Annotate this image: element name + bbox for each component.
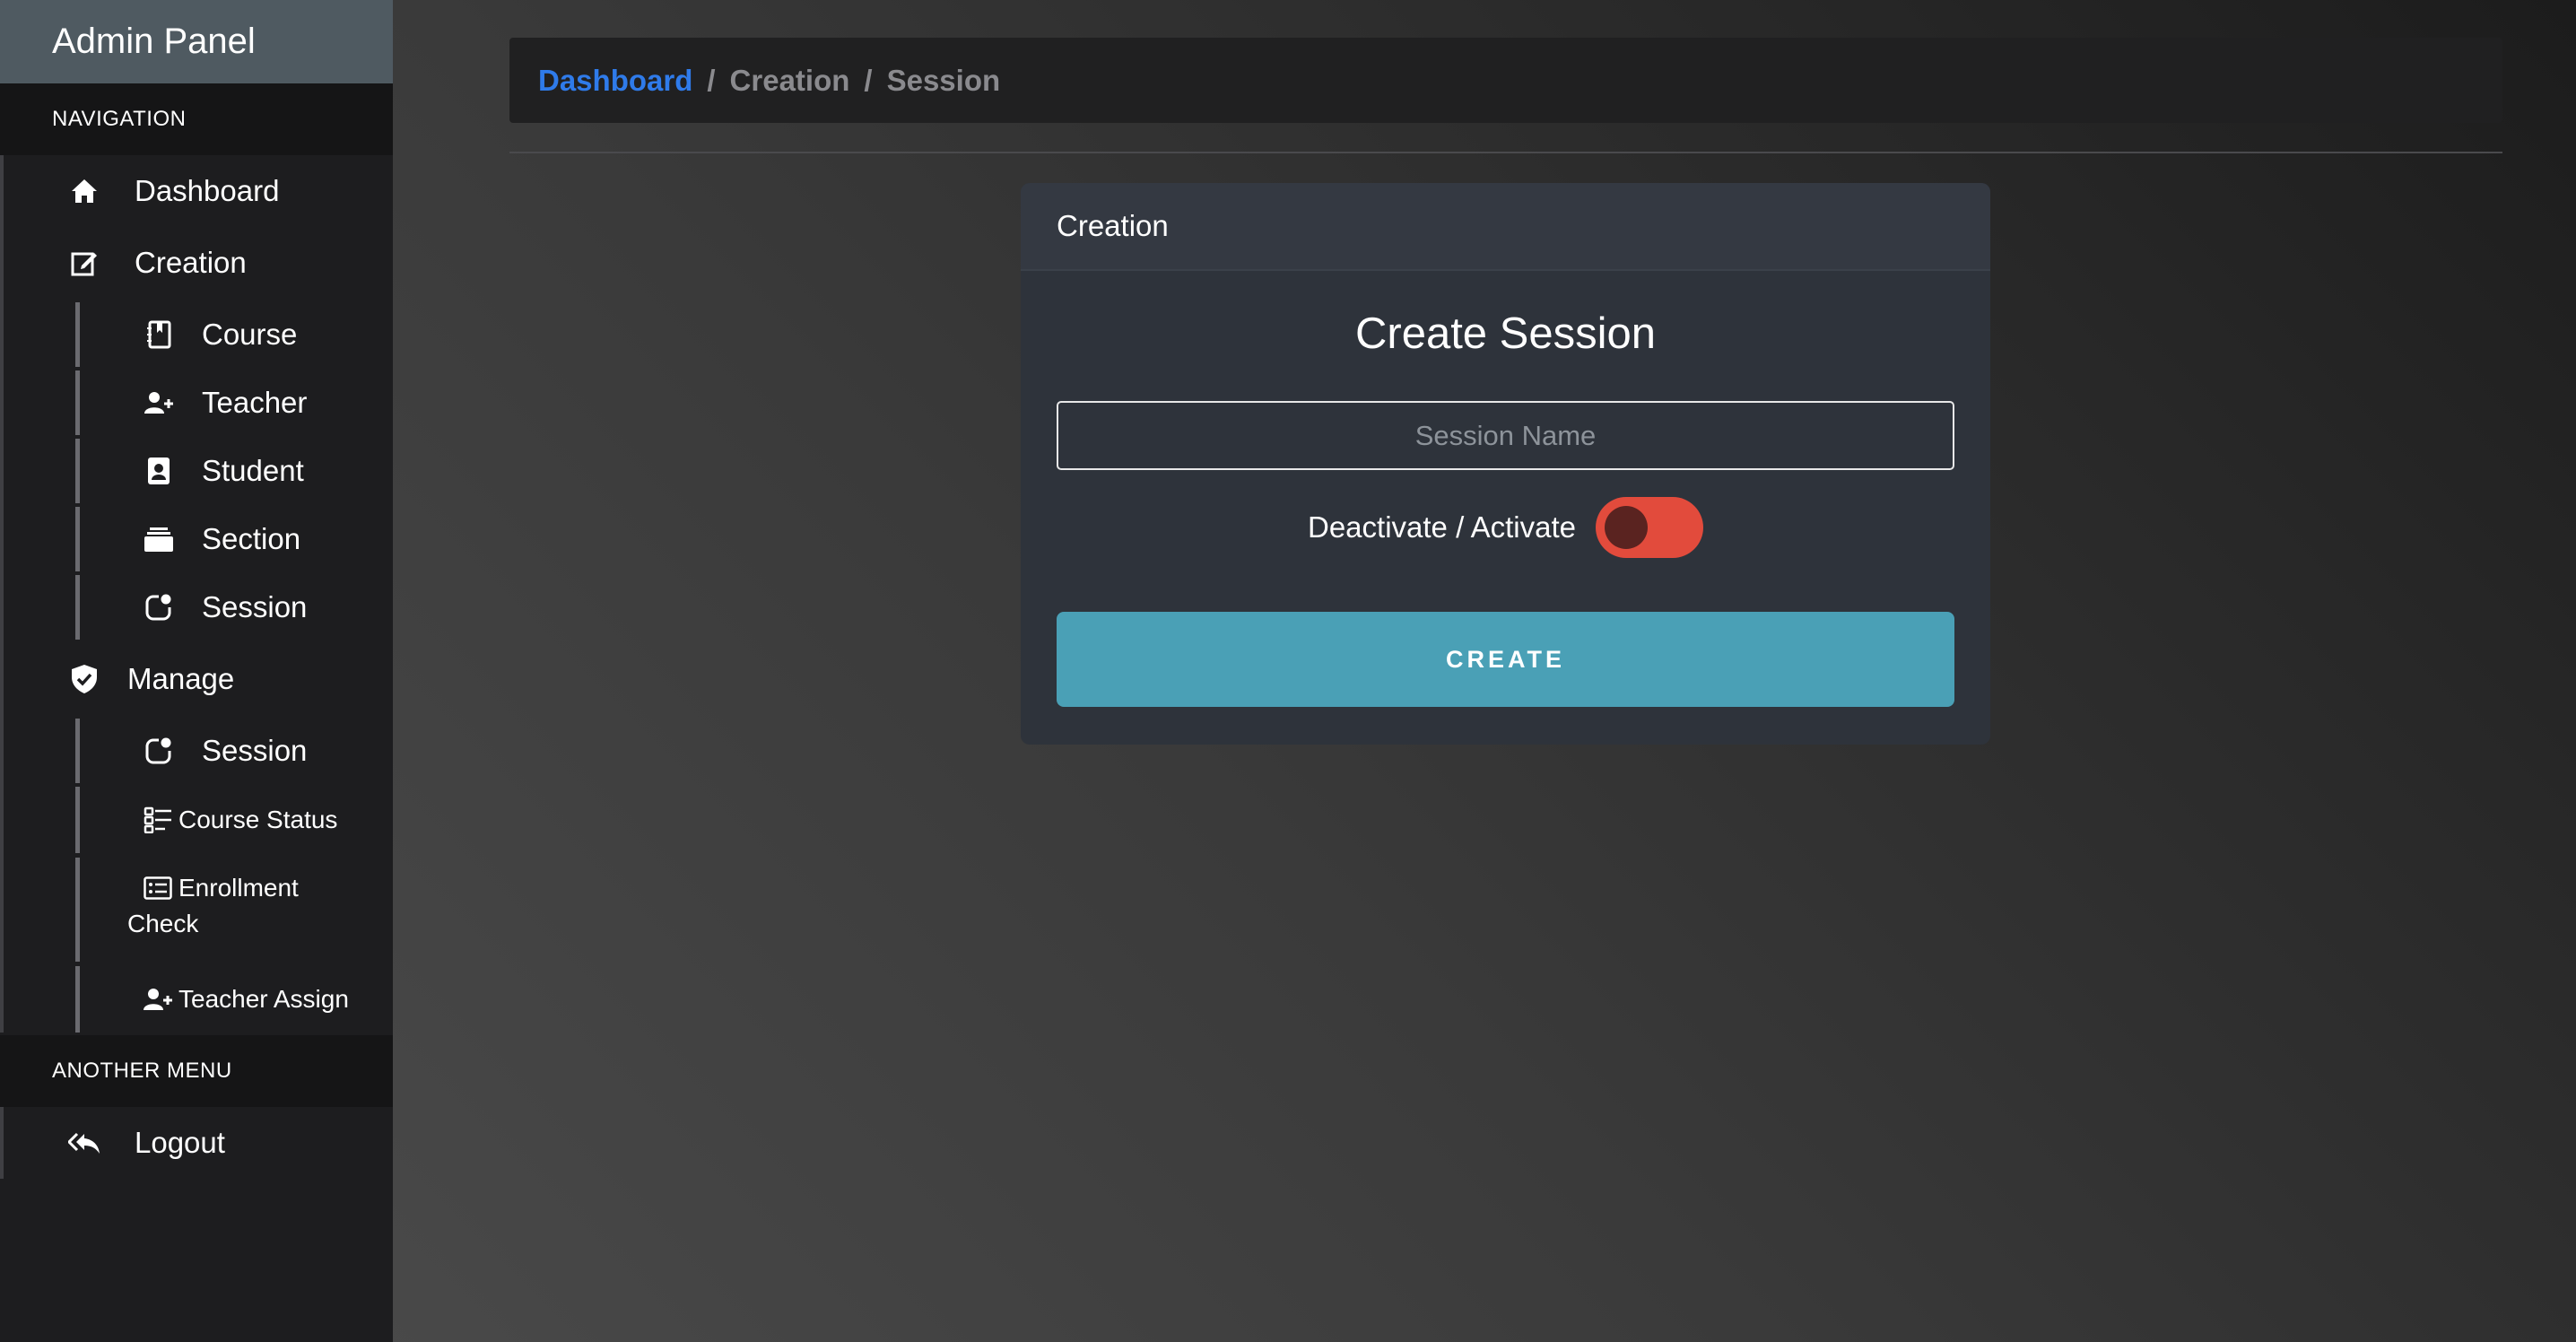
sidebar-subitem-label: Teacher Assign [178,985,349,1013]
card-title: Create Session [1354,309,1656,358]
sidebar-item-logout[interactable]: Logout [4,1107,393,1179]
checklist-icon [143,805,173,835]
another-menu-block: Logout [0,1107,393,1179]
sidebar-subitem-teacher[interactable]: Teacher [75,370,393,435]
sidebar-subitem-teacher-assign[interactable]: Teacher Assign [75,966,393,1033]
another-menu-heading: ANOTHER MENU [0,1035,393,1107]
reply-all-icon [68,1127,100,1159]
sidebar-subitem-manage-session[interactable]: Session [75,719,393,783]
session-icon [143,735,175,767]
toggle-row: Deactivate / Activate [1021,497,1990,558]
book-icon [143,318,175,351]
session-name-input[interactable] [1057,401,1954,470]
layers-icon [143,523,175,555]
breadcrumb: Dashboard / Creation / Session [509,38,2502,123]
sidebar-subitem-student[interactable]: Student [75,439,393,503]
sidebar-item-label: Logout [135,1126,225,1159]
sidebar-item-dashboard[interactable]: Dashboard [4,155,393,227]
sidebar-subitem-label: Course Status [178,806,338,833]
sidebar-subitem-session[interactable]: Session [75,575,393,640]
sidebar-subitem-course[interactable]: Course [75,302,393,367]
sidebar-subitem-label: Teacher [202,386,308,419]
card-list-icon [143,873,173,903]
user-plus-icon [143,984,173,1015]
sidebar-subitem-label: Session [202,590,308,623]
create-button[interactable]: CREATE [1057,612,1954,707]
sidebar-item-manage[interactable]: Manage [4,643,393,715]
breadcrumb-creation: Creation [729,63,850,97]
sidebar-subitem-course-status[interactable]: Course Status [75,787,393,853]
sidebar-item-label: Manage [127,662,235,695]
toggle-knob [1604,506,1648,549]
sidebar-subitem-label: Student [202,454,304,487]
home-icon [68,175,100,207]
breadcrumb-dashboard[interactable]: Dashboard [538,64,692,98]
navigation-heading: NAVIGATION [0,83,393,155]
navigation-block: Dashboard Creation Course Teacher Studen [0,155,393,1033]
sidebar-subitem-enrollment-check[interactable]: Enrollment Check [75,858,393,962]
divider [509,152,2502,153]
sidebar-item-label: Dashboard [135,174,280,207]
card-header: Creation [1021,183,1990,271]
id-badge-icon [143,455,175,487]
brand-title: Admin Panel [0,0,393,83]
activate-toggle[interactable] [1595,497,1703,558]
sidebar-subitem-label-continued: Check [127,910,199,937]
toggle-label: Deactivate / Activate [1308,510,1576,544]
breadcrumb-separator: / [707,63,716,97]
create-session-card: Creation Create Session Deactivate / Act… [1021,183,1990,745]
sidebar-subitem-label: Section [202,522,301,555]
user-plus-icon [143,387,175,419]
sidebar-subitem-label: Enrollment [178,874,299,902]
sidebar: Admin Panel NAVIGATION Dashboard Creatio… [0,0,393,1342]
shield-check-icon [68,663,100,695]
breadcrumb-separator: / [864,63,873,97]
sidebar-subitem-section[interactable]: Section [75,507,393,571]
sidebar-subitem-label: Course [202,318,298,351]
sidebar-item-creation[interactable]: Creation [4,227,393,299]
session-icon [143,591,175,623]
sidebar-item-label: Creation [135,246,247,279]
edit-icon [68,247,100,279]
sidebar-subitem-label: Session [202,734,308,767]
breadcrumb-session: Session [886,63,1001,97]
